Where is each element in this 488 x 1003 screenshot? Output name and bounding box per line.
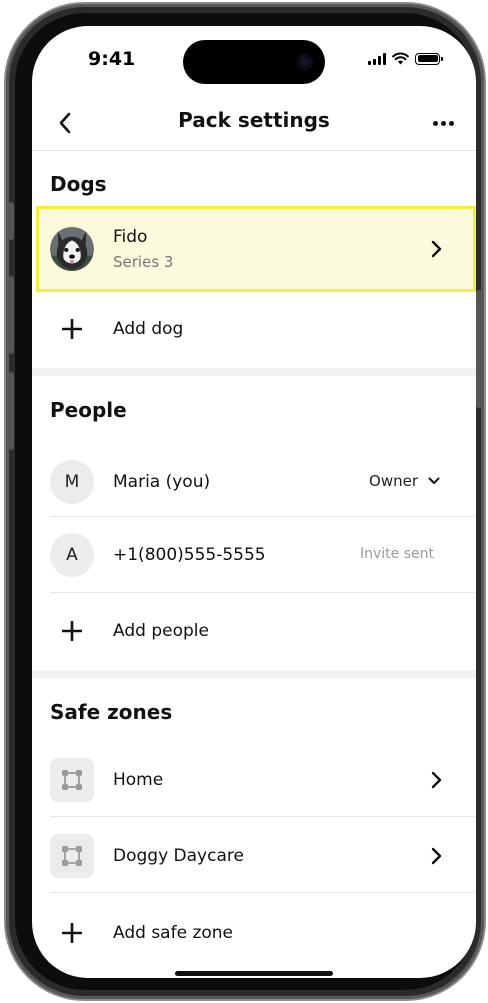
dog-avatar	[50, 227, 94, 271]
role-dropdown[interactable]: Owner	[369, 472, 440, 490]
dog-name: Fido	[113, 227, 148, 247]
add-dog-label: Add dog	[113, 319, 184, 339]
row-divider	[50, 592, 476, 593]
section-title-people: People	[50, 398, 127, 422]
role-label: Owner	[369, 472, 418, 490]
avatar: M	[50, 460, 94, 504]
plus-icon	[62, 621, 82, 641]
dog-subtitle: Series 3	[113, 253, 174, 271]
camera-icon	[297, 54, 313, 70]
add-people-icon-wrap	[50, 609, 94, 653]
home-indicator[interactable]	[175, 971, 333, 976]
zone-name: Doggy Daycare	[113, 846, 244, 866]
chevron-right-icon	[431, 847, 442, 865]
section-separator	[32, 670, 476, 678]
wifi-icon	[392, 52, 409, 65]
add-dog-icon-wrap	[50, 307, 94, 351]
safe-zone-row-home[interactable]: Home	[32, 744, 476, 816]
add-people-button[interactable]: Add people	[32, 598, 476, 664]
zone-name: Home	[113, 770, 164, 790]
add-safe-zone-button[interactable]: Add safe zone	[32, 900, 476, 966]
dog-avatar-wrap	[50, 227, 94, 271]
zone-polygon-icon	[50, 758, 94, 802]
volume-down-button	[8, 372, 14, 450]
status-icons	[368, 52, 443, 65]
person-name: Maria (you)	[113, 472, 211, 492]
screen: 9:41 Pack settings Dogs Fido Series 3 Ad…	[32, 26, 476, 978]
more-options-button[interactable]	[428, 108, 458, 138]
zone-icon-wrap	[50, 834, 94, 878]
section-title-dogs: Dogs	[50, 172, 107, 196]
add-zone-icon-wrap	[50, 911, 94, 955]
volume-up-button	[8, 276, 14, 354]
signal-icon	[368, 52, 386, 65]
chevron-down-icon	[428, 477, 440, 484]
person-avatar-wrap: A	[50, 533, 94, 577]
power-button	[476, 290, 482, 408]
page-title: Pack settings	[178, 108, 330, 132]
section-title-safe-zones: Safe zones	[50, 700, 173, 724]
person-name: +1(800)555-5555	[113, 545, 266, 565]
row-divider	[50, 516, 476, 517]
section-separator	[32, 368, 476, 376]
chevron-right-icon	[431, 771, 442, 789]
dog-text: Fido Series 3	[113, 227, 173, 271]
add-dog-button[interactable]: Add dog	[32, 300, 476, 358]
more-icon	[432, 120, 438, 126]
person-avatar-wrap: M	[50, 460, 94, 504]
header-divider	[32, 150, 476, 151]
chevron-right-icon	[431, 240, 442, 258]
plus-icon	[62, 923, 82, 943]
plus-icon	[62, 319, 82, 339]
status-time: 9:41	[88, 48, 136, 70]
row-divider	[50, 892, 476, 893]
action-button	[8, 202, 14, 240]
header: Pack settings	[32, 98, 476, 150]
invite-status: Invite sent	[360, 546, 434, 562]
zone-icon-wrap	[50, 758, 94, 802]
row-divider	[50, 816, 476, 817]
zone-polygon-icon	[50, 834, 94, 878]
person-row-maria[interactable]: M Maria (you) Owner	[32, 446, 476, 518]
safe-zone-row-daycare[interactable]: Doggy Daycare	[32, 820, 476, 892]
add-people-label: Add people	[113, 621, 209, 641]
dog-row-fido[interactable]: Fido Series 3	[36, 206, 476, 292]
avatar: A	[50, 533, 94, 577]
add-safe-zone-label: Add safe zone	[113, 923, 233, 943]
person-row-invite[interactable]: A +1(800)555-5555 Invite sent	[32, 518, 476, 592]
dynamic-island	[183, 40, 325, 84]
battery-icon	[415, 52, 443, 65]
